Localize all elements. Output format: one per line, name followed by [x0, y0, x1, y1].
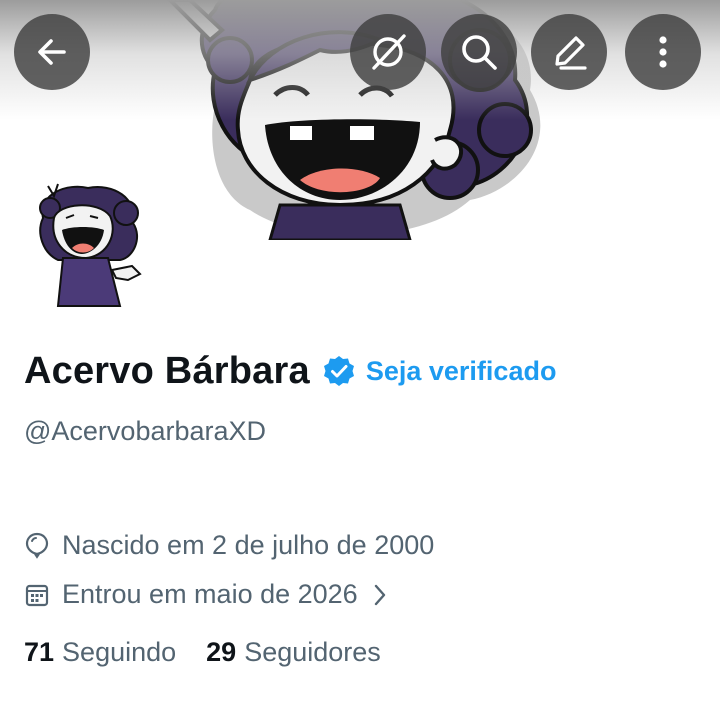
user-handle: @AcervobarbaraXD: [24, 416, 267, 446]
search-icon: [462, 35, 497, 70]
follow-stats: 71 Seguindo 29 Seguidores: [24, 637, 411, 668]
back-button[interactable]: [14, 14, 90, 90]
pencil-icon: [555, 36, 587, 70]
following-count: 71: [24, 637, 55, 667]
followers-count: 29: [206, 637, 237, 667]
following-link[interactable]: 71 Seguindo: [24, 637, 176, 668]
grok-icon: [372, 34, 406, 70]
search-button[interactable]: [441, 14, 517, 90]
display-name: Acervo Bárbara: [24, 349, 310, 392]
verified-badge-icon[interactable]: [322, 354, 356, 388]
get-verified-link[interactable]: Seja verificado: [366, 356, 557, 387]
following-label: Seguindo: [62, 637, 177, 667]
joined-row[interactable]: Entrou em maio de 2026: [24, 579, 400, 610]
avatar[interactable]: [28, 178, 148, 308]
edit-button[interactable]: [531, 14, 607, 90]
more-vertical-icon: [659, 36, 667, 68]
joined-text: Entrou em maio de 2026: [62, 579, 358, 609]
grok-button[interactable]: [350, 14, 426, 90]
arrow-left-icon: [38, 39, 66, 65]
avatar-illustration: [39, 183, 142, 307]
calendar-icon: [25, 584, 49, 606]
followers-label: Seguidores: [244, 637, 381, 667]
followers-link[interactable]: 29 Seguidores: [206, 637, 381, 668]
chevron-right-icon: [374, 584, 385, 605]
profile-name-row: Acervo Bárbara Seja verificado: [24, 346, 556, 396]
birthdate-text: Nascido em 2 de julho de 2000: [62, 530, 435, 560]
more-button[interactable]: [625, 14, 701, 90]
balloon-icon: [25, 532, 49, 559]
birthdate-row: Nascido em 2 de julho de 2000: [24, 530, 434, 561]
